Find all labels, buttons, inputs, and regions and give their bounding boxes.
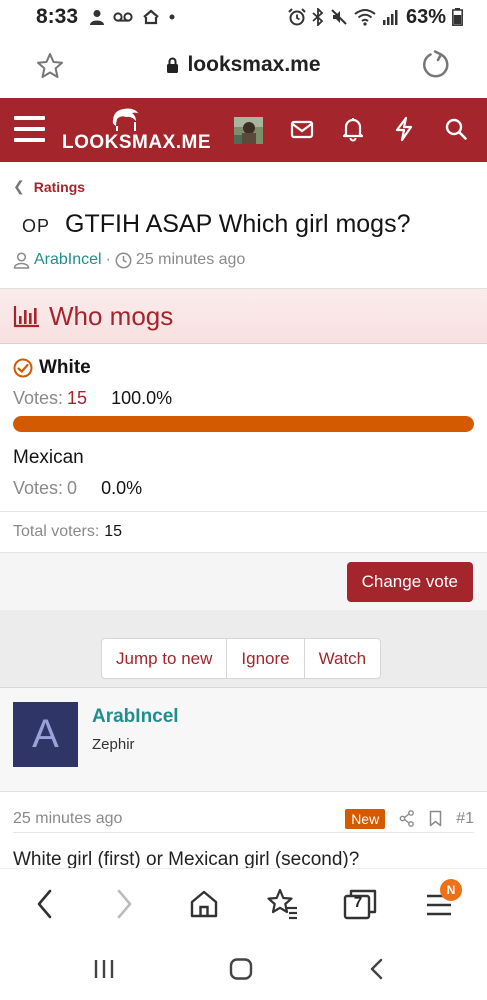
page-title: GTFIH ASAP Which girl mogs?	[65, 210, 411, 238]
wifi-icon	[354, 9, 376, 26]
avatar[interactable]: A	[13, 702, 78, 767]
poll-header: Who mogs	[0, 289, 487, 344]
post-user-title: Zephir	[92, 736, 135, 753]
votes-label: Votes:	[13, 388, 64, 408]
new-badge: New	[345, 808, 386, 829]
poll-option-name: White	[13, 357, 474, 379]
bluetooth-icon	[312, 8, 324, 26]
poll-option-label: White	[39, 357, 91, 378]
post-meta: 25 minutes ago New #1	[13, 805, 474, 833]
bell-icon[interactable]	[342, 116, 364, 142]
forward-arrow-icon[interactable]	[113, 887, 135, 921]
total-voters: 15	[104, 523, 123, 540]
alarm-icon	[288, 8, 306, 26]
post-number[interactable]: #1	[456, 810, 474, 828]
votes-percent: 0.0%	[101, 478, 143, 498]
poll-option-label: Mexican	[13, 447, 84, 468]
thread-title: OP GTFIH ASAP Which girl mogs?	[22, 210, 411, 239]
mute-icon	[331, 9, 347, 25]
menu-hamburger-icon[interactable]	[14, 116, 45, 142]
meta-separator: ·	[105, 251, 111, 268]
post-user-block: A ArabIncel Zephir	[0, 688, 487, 792]
voicemail-icon	[113, 12, 133, 22]
browser-toolbar: 7 N	[0, 868, 487, 938]
clock-icon	[115, 252, 132, 268]
bookmarks-star-icon[interactable]	[266, 887, 300, 921]
poll-option: Mexican Votes: 0 0.0%	[13, 447, 474, 499]
poll-option-votes: Votes: 15 100.0%	[13, 388, 474, 409]
search-icon[interactable]	[444, 116, 468, 142]
chevron-left-icon: ❮	[13, 178, 25, 194]
browser-address-bar: looksmax.me	[0, 34, 487, 98]
poll-option: White Votes: 15 100.0%	[13, 357, 474, 432]
poll-option-votes: Votes: 0 0.0%	[13, 478, 474, 499]
bookmark-icon[interactable]	[429, 810, 442, 827]
votes-count: 0	[67, 478, 78, 498]
poll-option-name: Mexican	[13, 447, 474, 469]
thread-time[interactable]: 25 minutes ago	[136, 251, 245, 269]
site-logo[interactable]: LOOKSMAX.ME	[62, 106, 211, 156]
check-circle-icon	[13, 358, 33, 378]
reload-icon[interactable]	[421, 50, 451, 80]
system-navigation-bar	[0, 938, 487, 1000]
change-vote-button[interactable]: Change vote	[346, 562, 473, 602]
poll-block: Who mogs White Votes: 15 100.0% Mexican Vo…	[0, 288, 487, 611]
dot-icon	[169, 14, 175, 20]
status-time: 8:33	[36, 5, 79, 28]
logo-hair-icon	[112, 108, 139, 131]
home-icon[interactable]	[188, 887, 220, 921]
menu-notification-badge: N	[440, 879, 462, 901]
watch-button[interactable]: Watch	[305, 639, 381, 678]
status-left-icons	[90, 9, 175, 25]
votes-count[interactable]: 15	[67, 388, 87, 408]
user-icon	[13, 251, 30, 269]
url-text: looksmax.me	[187, 53, 321, 76]
user-avatar-thumbnail[interactable]	[234, 117, 263, 144]
ignore-button[interactable]: Ignore	[227, 639, 305, 678]
total-label: Total voters:	[13, 523, 100, 540]
tabs-count: 7	[353, 894, 363, 911]
thread-meta: ArabIncel · 25 minutes ago	[13, 251, 245, 269]
post-time[interactable]: 25 minutes ago	[13, 810, 122, 828]
recent-apps-icon[interactable]	[92, 958, 116, 980]
poll-bar-fill	[13, 416, 474, 432]
share-icon[interactable]	[399, 810, 415, 827]
votes-label: Votes:	[13, 478, 64, 498]
thread-actions-band: Jump to new Ignore Watch	[0, 610, 487, 688]
lightning-icon[interactable]	[393, 116, 415, 142]
inbox-icon[interactable]	[290, 116, 314, 142]
poll-title: Who mogs	[49, 300, 174, 331]
battery-icon	[452, 8, 463, 26]
system-back-icon[interactable]	[367, 958, 387, 980]
thread-prefix: OP	[22, 216, 51, 236]
battery-percent: 63%	[405, 5, 446, 28]
breadcrumb[interactable]: ❮ Ratings	[13, 178, 85, 195]
url-field[interactable]: looksmax.me	[0, 53, 487, 77]
breadcrumb-ratings[interactable]: Ratings	[34, 179, 85, 195]
lock-icon	[167, 57, 179, 73]
bar-chart-icon	[13, 306, 39, 328]
poll-footer: Change vote	[0, 553, 487, 611]
back-arrow-icon[interactable]	[34, 887, 56, 921]
thread-author[interactable]: ArabIncel	[34, 251, 102, 269]
jump-to-new-button[interactable]: Jump to new	[102, 639, 228, 678]
home-button-icon[interactable]	[229, 958, 253, 980]
status-bar: 8:33 63%	[0, 0, 487, 34]
thread-action-buttons: Jump to new Ignore Watch	[101, 638, 382, 679]
logo-text: LOOKSMAX.ME	[62, 132, 212, 153]
poll-total: Total voters: 15	[0, 511, 487, 553]
sync-icon	[143, 9, 159, 25]
signal-icon	[382, 10, 398, 25]
person-icon	[90, 10, 105, 25]
status-right-icons: 63%	[288, 6, 463, 29]
post-username[interactable]: ArabIncel	[92, 706, 179, 728]
votes-percent: 100.0%	[111, 388, 173, 408]
poll-bar-track	[13, 416, 474, 432]
